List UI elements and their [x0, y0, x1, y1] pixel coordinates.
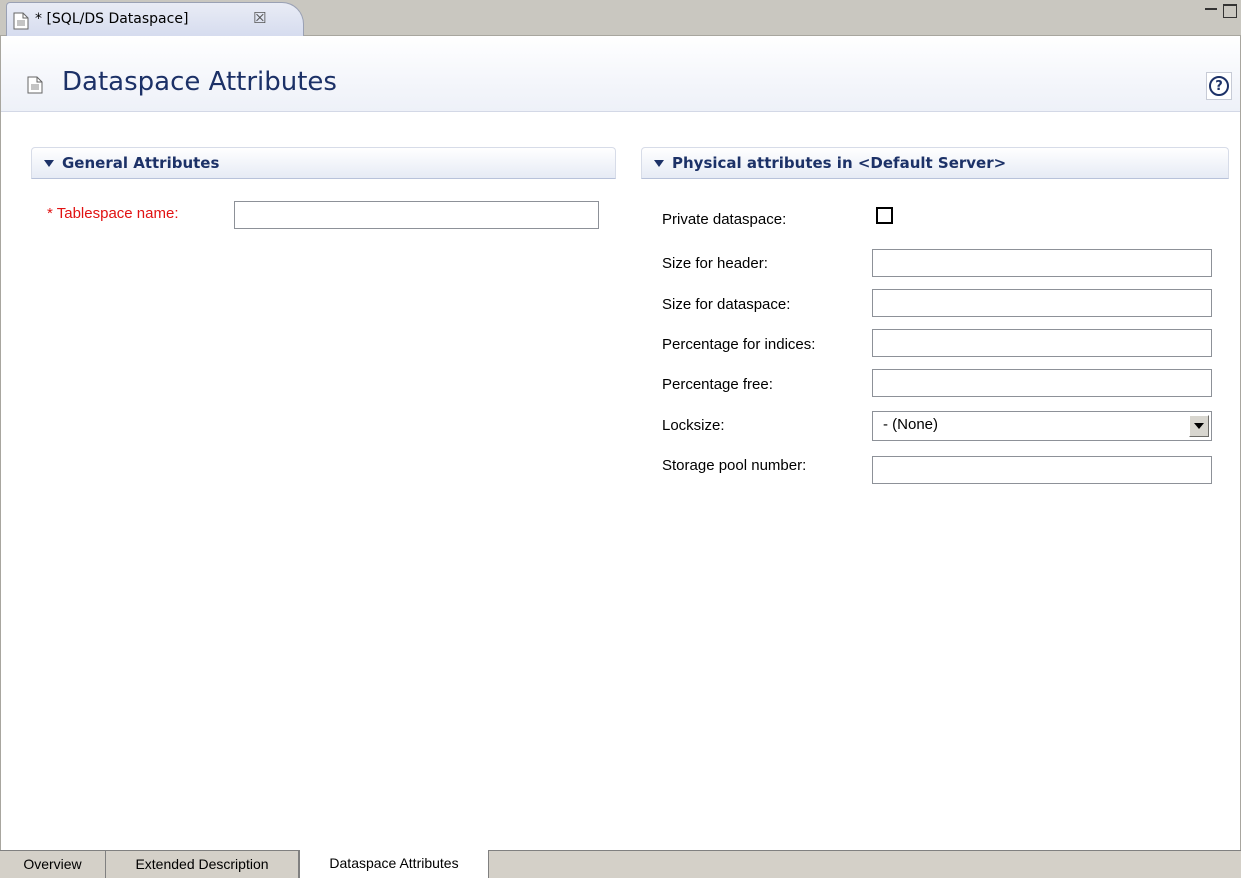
percentage-free-label: Percentage free:: [662, 376, 773, 393]
help-icon: ?: [1209, 76, 1229, 96]
tab-overview[interactable]: Overview: [0, 851, 106, 878]
physical-attributes-section: Physical attributes in <Default Server>: [641, 147, 1229, 179]
private-dataspace-label: Private dataspace:: [662, 211, 787, 228]
required-marker: *: [47, 205, 53, 222]
locksize-label: Locksize:: [662, 417, 725, 434]
close-icon[interactable]: ☒: [253, 9, 266, 27]
percentage-for-indices-field[interactable]: [872, 329, 1212, 357]
percentage-free-field[interactable]: [872, 369, 1212, 397]
storage-pool-number-field[interactable]: [872, 456, 1212, 484]
size-for-dataspace-field[interactable]: [872, 289, 1212, 317]
size-for-header-field[interactable]: [872, 249, 1212, 277]
collapse-arrow-icon[interactable]: [654, 160, 664, 167]
tab-extended-description[interactable]: Extended Description: [106, 851, 299, 878]
editor-tab-label: * [SQL/DS Dataspace]: [35, 11, 189, 27]
help-button[interactable]: ?: [1206, 72, 1232, 100]
tab-dataspace-attributes[interactable]: Dataspace Attributes: [299, 850, 489, 878]
section-title: Physical attributes in <Default Server>: [672, 154, 1007, 172]
tablespace-name-label-text: Tablespace name:: [56, 205, 179, 222]
page-tab-bar: Overview Extended Description Dataspace …: [0, 850, 1241, 878]
document-icon: [13, 12, 29, 34]
general-attributes-section: General Attributes: [31, 147, 616, 179]
window-controls: [1205, 4, 1237, 18]
size-for-dataspace-label: Size for dataspace:: [662, 296, 791, 313]
collapse-arrow-icon[interactable]: [44, 160, 54, 167]
editor-content: Dataspace Attributes ? General Attribute…: [0, 36, 1241, 850]
percentage-for-indices-label: Percentage for indices:: [662, 336, 816, 353]
tablespace-name-field[interactable]: [234, 201, 599, 229]
section-title: General Attributes: [62, 154, 220, 172]
minimize-icon[interactable]: [1205, 8, 1217, 12]
tablespace-name-label: * Tablespace name:: [47, 205, 179, 222]
storage-pool-number-label: Storage pool number:: [662, 457, 807, 474]
size-for-header-label: Size for header:: [662, 255, 768, 272]
document-icon: [27, 76, 43, 98]
locksize-value: - (None): [883, 416, 939, 433]
dropdown-arrow-icon[interactable]: [1189, 415, 1209, 437]
editor-tab[interactable]: * [SQL/DS Dataspace] ☒: [6, 2, 304, 36]
form-header: Dataspace Attributes ?: [1, 36, 1240, 112]
page-title: Dataspace Attributes: [62, 67, 337, 97]
locksize-select[interactable]: - (None): [872, 411, 1212, 441]
maximize-icon[interactable]: [1223, 4, 1237, 18]
editor-tab-strip: * [SQL/DS Dataspace] ☒: [0, 0, 1241, 36]
private-dataspace-checkbox[interactable]: [876, 207, 893, 224]
